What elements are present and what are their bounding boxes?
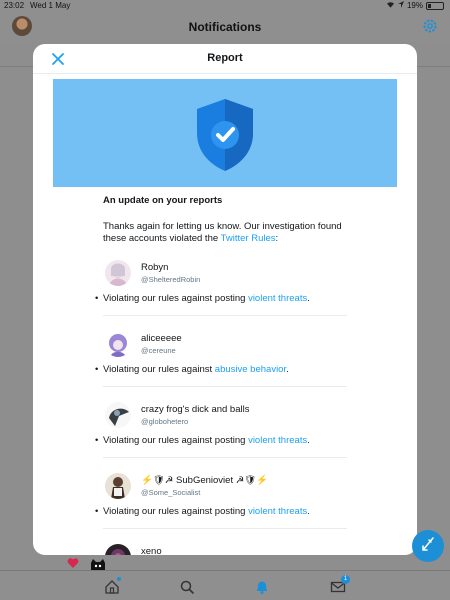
account-name: aliceeeee — [141, 333, 182, 344]
home-icon[interactable] — [104, 577, 121, 595]
shield-banner — [53, 79, 397, 187]
violation-item: • Violating our rules against posting vio… — [95, 435, 310, 446]
divider — [103, 457, 347, 458]
modal-title: Report — [207, 52, 243, 64]
account-row[interactable]: Robyn @ShelteredRobin — [103, 253, 347, 293]
violation-item: • Violating our rules against posting vio… — [95, 293, 310, 304]
violation-item: • Violating our rules against abusive beh… — [95, 364, 289, 375]
account-row[interactable]: aliceeeee @cereune — [103, 324, 347, 364]
bell-icon[interactable] — [254, 579, 270, 595]
status-bar: 23:02 Wed 1 May 19% — [0, 0, 450, 12]
wifi-icon — [386, 1, 395, 10]
account-name: Robyn — [141, 262, 169, 273]
messages-badge: 1 — [341, 575, 350, 584]
status-time: 23:02 — [4, 1, 25, 10]
bullet: • — [95, 435, 99, 446]
account-avatar — [105, 402, 131, 428]
bullet: • — [95, 293, 99, 304]
account-row[interactable]: crazy frog's dick and balls @globohetero — [103, 395, 347, 435]
account-handle: @cereune — [141, 346, 176, 355]
status-right: 19% — [386, 1, 444, 10]
divider — [103, 315, 347, 316]
top-header: Notifications — [0, 12, 450, 42]
home-dot — [117, 577, 121, 581]
page-title: Notifications — [188, 20, 262, 34]
battery-percent: 19% — [406, 1, 423, 10]
account-row[interactable]: ⚡🛡☭ SubGenioviet ☭🛡⚡ @Some_Socialist — [103, 466, 347, 506]
cat-icon — [89, 558, 107, 571]
account-name: ⚡🛡☭ SubGenioviet ☭🛡⚡ — [141, 475, 269, 486]
search-icon[interactable] — [179, 579, 195, 595]
account-avatar — [105, 544, 131, 555]
mail-icon[interactable]: 1 — [330, 575, 350, 595]
bottom-tab-bar: 1 — [0, 570, 450, 600]
shield-check-icon — [193, 97, 257, 173]
divider — [103, 386, 347, 387]
compose-button[interactable] — [412, 530, 444, 562]
twitter-rules-link[interactable]: Twitter Rules — [221, 233, 276, 244]
status-date: Wed 1 May — [30, 1, 71, 10]
violation-link[interactable]: violent threats — [248, 293, 307, 304]
thanks-text: Thanks again for letting us know. Our in… — [103, 221, 342, 244]
violation-item: • Violating our rules against posting vio… — [95, 506, 310, 517]
account-name: xeno — [141, 546, 162, 555]
violation-link[interactable]: violent threats — [248, 435, 307, 446]
account-handle: @globohetero — [141, 417, 189, 426]
account-handle: @ShelteredRobin — [141, 275, 201, 284]
gear-icon[interactable] — [422, 18, 438, 34]
heart-icon — [67, 556, 79, 568]
violation-link[interactable]: abusive behavior — [215, 364, 286, 375]
report-modal: Report An update on your reports Thanks … — [33, 44, 417, 555]
bullet: • — [95, 506, 99, 517]
account-avatar — [105, 260, 131, 286]
account-row[interactable]: xeno — [103, 537, 347, 555]
location-icon — [397, 1, 404, 10]
modal-body[interactable]: An update on your reports Thanks again f… — [33, 75, 417, 555]
divider — [103, 528, 347, 529]
modal-header: Report — [33, 44, 417, 74]
bullet: • — [95, 364, 99, 375]
compose-icon — [421, 536, 435, 557]
battery-icon — [426, 1, 444, 10]
violation-link[interactable]: violent threats — [248, 506, 307, 517]
account-name: crazy frog's dick and balls — [141, 404, 250, 415]
account-avatar — [105, 331, 131, 357]
report-content: An update on your reports Thanks again f… — [95, 195, 347, 555]
account-avatar — [105, 473, 131, 499]
update-heading: An update on your reports — [103, 195, 223, 206]
account-handle: @Some_Socialist — [141, 488, 201, 497]
